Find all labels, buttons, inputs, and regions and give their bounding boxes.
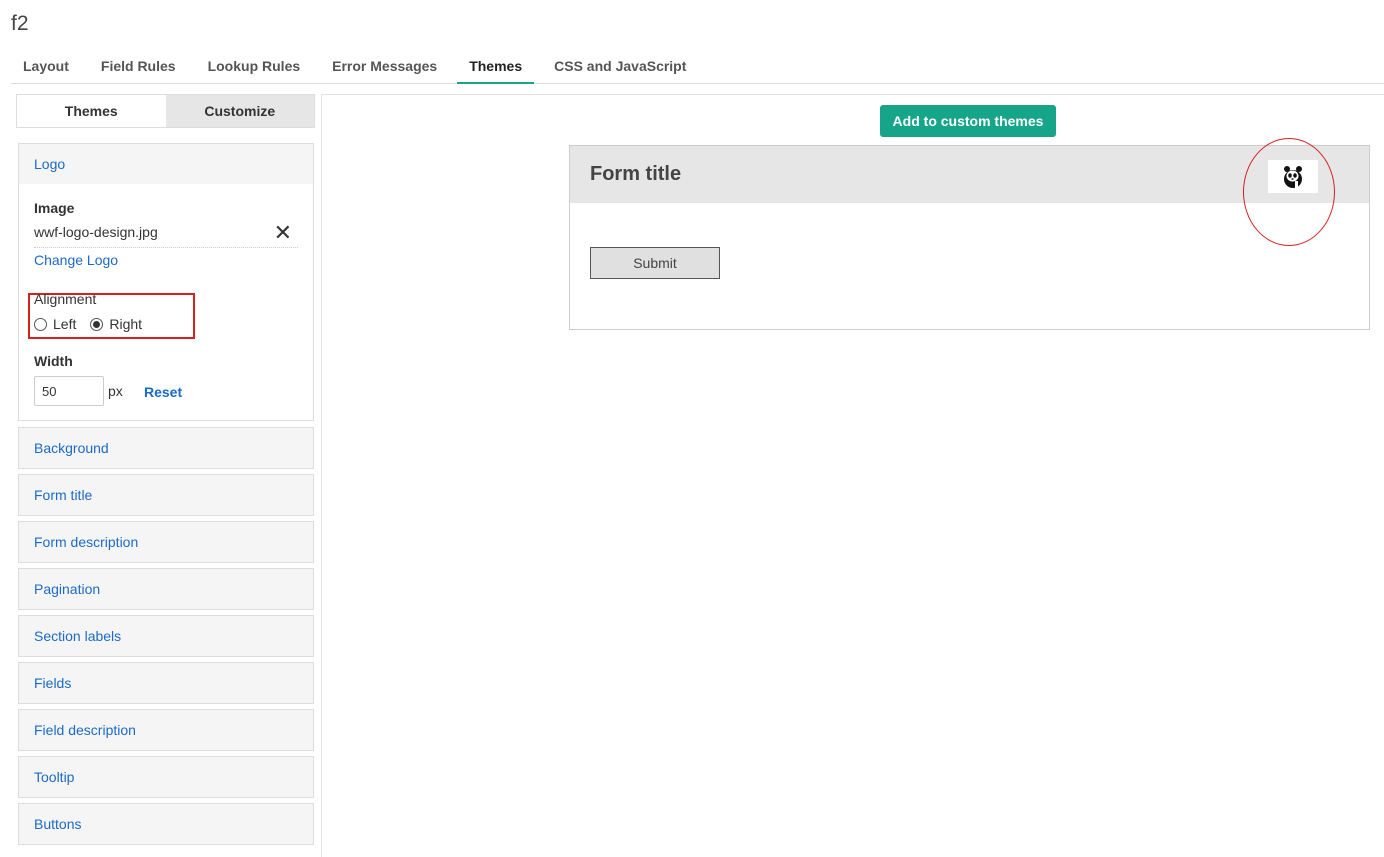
- image-file-row: wwf-logo-design.jpg ✕: [34, 222, 298, 248]
- width-unit-label: px: [108, 383, 123, 399]
- logo-section-header[interactable]: Logo: [19, 144, 313, 184]
- theme-preview-area: Add to custom themes Form title Submit: [321, 94, 1384, 857]
- add-to-custom-themes-button[interactable]: Add to custom themes: [880, 105, 1056, 137]
- app-title: f2: [11, 12, 29, 35]
- alignment-left-radio[interactable]: [34, 317, 47, 331]
- tab-lookup-rules[interactable]: Lookup Rules: [196, 52, 313, 84]
- panda-logo-icon: [1268, 160, 1318, 193]
- tab-error-messages[interactable]: Error Messages: [320, 52, 449, 84]
- section-fields[interactable]: Fields: [18, 662, 314, 704]
- tab-css-and-javascript[interactable]: CSS and JavaScript: [542, 52, 698, 84]
- sub-tabs: Themes Customize: [16, 94, 315, 128]
- section-field-description[interactable]: Field description: [18, 709, 314, 751]
- form-preview-submit-button[interactable]: Submit: [590, 247, 720, 279]
- section-pagination[interactable]: Pagination: [18, 568, 314, 610]
- main-tabs: Layout Field Rules Lookup Rules Error Me…: [11, 52, 1384, 84]
- alignment-right-label[interactable]: Right: [109, 316, 142, 332]
- section-tooltip[interactable]: Tooltip: [18, 756, 314, 798]
- sub-tab-themes[interactable]: Themes: [17, 95, 166, 127]
- tab-themes[interactable]: Themes: [457, 52, 535, 84]
- alignment-radio-group: Left Right: [34, 316, 156, 332]
- section-form-description[interactable]: Form description: [18, 521, 314, 563]
- section-background[interactable]: Background: [18, 427, 314, 469]
- section-buttons[interactable]: Buttons: [18, 803, 314, 845]
- change-logo-link[interactable]: Change Logo: [34, 252, 118, 268]
- logo-section: Logo Image wwf-logo-design.jpg ✕ Change …: [18, 143, 314, 421]
- sub-tab-customize[interactable]: Customize: [165, 95, 314, 127]
- theme-settings-panel: Themes Customize Logo Image wwf-logo-des…: [16, 94, 316, 857]
- tab-field-rules[interactable]: Field Rules: [89, 52, 188, 84]
- remove-image-close-icon[interactable]: ✕: [274, 222, 292, 244]
- form-preview: Form title Submit: [569, 138, 1370, 330]
- tab-layout[interactable]: Layout: [11, 52, 81, 84]
- form-preview-header: Form title: [570, 138, 1369, 246]
- alignment-label: Alignment: [34, 291, 97, 307]
- width-input[interactable]: [34, 376, 104, 406]
- image-filename: wwf-logo-design.jpg: [34, 224, 158, 240]
- section-section-labels[interactable]: Section labels: [18, 615, 314, 657]
- alignment-right-radio[interactable]: [90, 317, 104, 331]
- form-preview-title: Form title: [590, 163, 682, 185]
- image-label: Image: [34, 200, 75, 216]
- section-form-title[interactable]: Form title: [18, 474, 314, 516]
- width-label: Width: [34, 353, 73, 369]
- alignment-left-label[interactable]: Left: [53, 316, 76, 332]
- width-reset-link[interactable]: Reset: [144, 384, 182, 400]
